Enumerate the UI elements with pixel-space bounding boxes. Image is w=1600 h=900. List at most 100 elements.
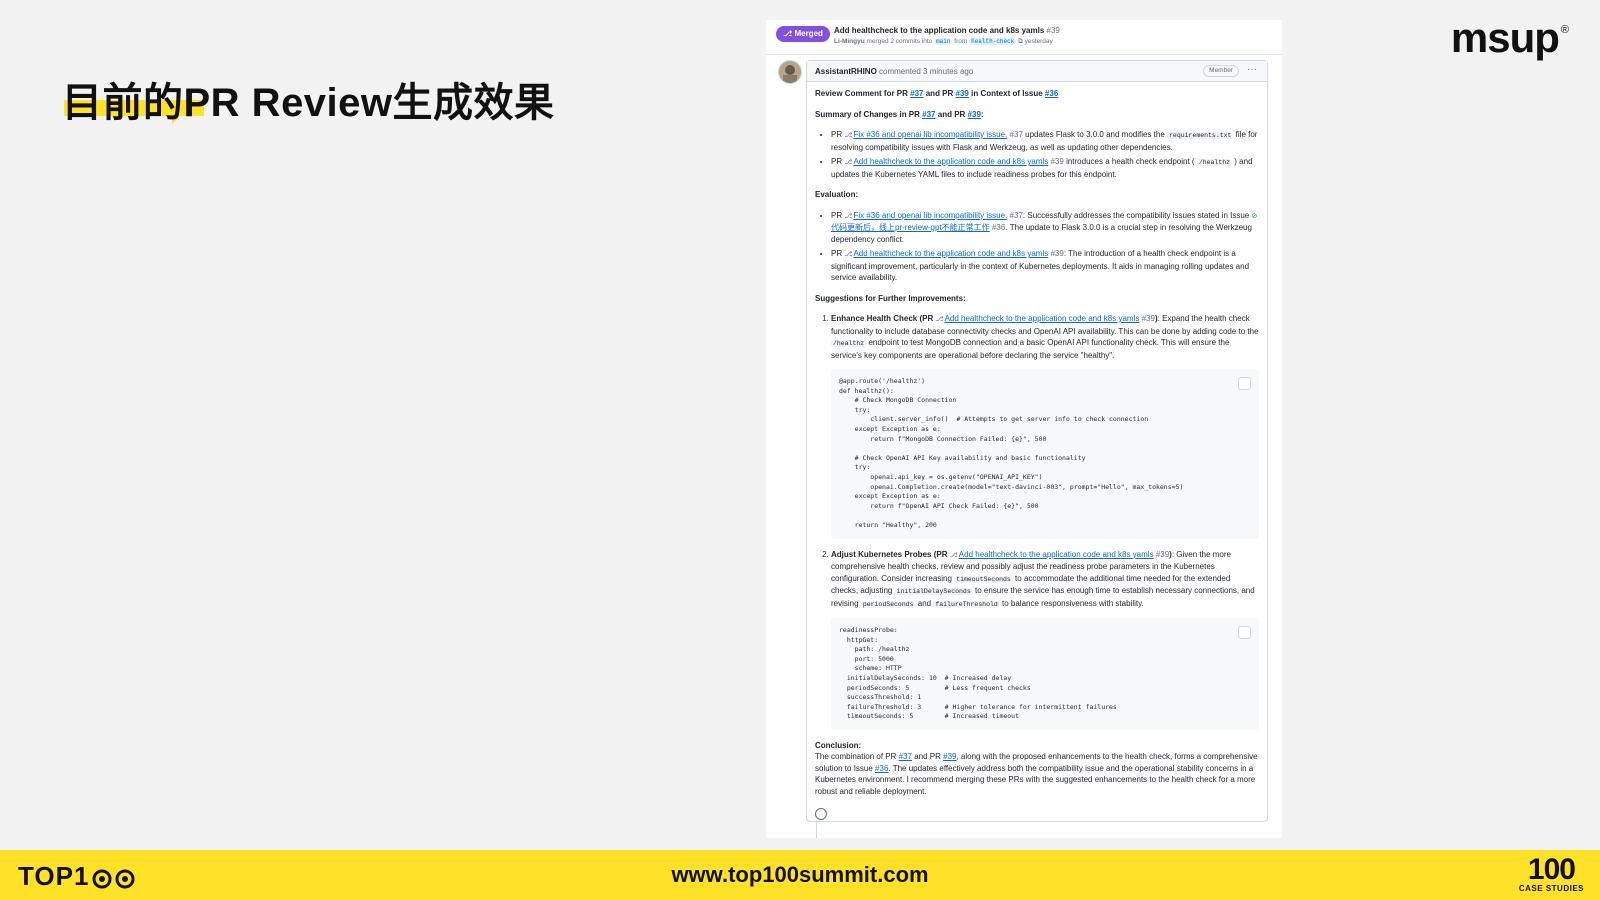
footer-url: www.top100summit.com [671,862,929,887]
copy-icon[interactable] [1238,626,1251,639]
pr-link[interactable]: Add healthcheck to the application code … [959,550,1154,559]
comment-time: commented 3 minutes ago [879,67,974,76]
item-text: introduces a health check endpoint ( [1066,157,1195,166]
link-pr-39[interactable]: #39 [943,752,956,761]
merge-icon: ⎇ [783,29,795,38]
inline-code: requirements.txt [1167,132,1234,139]
pr-link[interactable]: Add healthcheck to the application code … [853,157,1048,166]
inline-code: /healthz [1196,159,1233,166]
conclusion-label: Conclusion: [815,740,862,750]
copy-icon[interactable]: ⧉ [1018,38,1023,45]
slide-title-block: 目前的PR Review生成效果 [62,70,555,128]
avatar[interactable] [778,60,802,84]
suggestions-heading: Suggestions for Further Improvements: [815,293,1259,305]
pr-link[interactable]: Add healthcheck to the application code … [853,249,1048,258]
pr-from-text: from [954,38,968,45]
merged-label: Merged [794,29,823,38]
pr-label: PR [831,130,843,139]
heading-ctx: in Context of Issue [971,89,1043,98]
merged-badge: ⎇ Merged [776,26,830,42]
code-block-python: @app.route('/healthz') def healthz(): # … [831,369,1259,539]
pr-link[interactable]: Fix #36 and openai lib incompatibility i… [853,211,1007,220]
inline-code: periodSeconds [860,600,916,608]
suggestions-list: Enhance Health Check (PR ⎇Add healthchec… [815,313,1259,730]
link-pr-39[interactable]: #39 [968,110,981,119]
pr-num: #37 [1009,130,1023,139]
heading-and: and PR [925,89,954,98]
comment-author[interactable]: AssistantRHINO [815,67,877,76]
kebab-menu-icon[interactable]: ··· [1247,64,1257,76]
list-item: PR ⎇Add healthcheck to the application c… [831,248,1259,284]
item-text: : Successfully addresses the compatibili… [1022,210,1250,220]
msup-logo-text: msup [1450,14,1560,61]
inline-code: /healthz [831,340,867,347]
comment-author-line: AssistantRHINO commented 3 minutes ago [815,66,973,78]
evaluation-list: PR ⎇Fix #36 and openai lib incompatibili… [815,210,1259,284]
suggestion-title: Enhance Health Check (PR [831,314,934,323]
member-badge: Member [1203,65,1239,77]
conclusion-heading: Conclusion: [815,740,1259,752]
add-reaction-icon[interactable] [815,808,827,821]
review-comment: AssistantRHINO commented 3 minutes ago M… [806,60,1268,822]
comment-body: Review Comment for PR #37 and PR #39 in … [807,82,1267,824]
summary-and: and PR [937,109,966,119]
copy-icon[interactable] [1238,377,1251,390]
comment-header: AssistantRHINO commented 3 minutes ago M… [807,61,1267,82]
pr-label: PR [831,249,843,258]
suggestion-title: Adjust Kubernetes Probes (PR [831,549,948,559]
inline-code: initialDelaySeconds [894,588,973,595]
pull-request-icon: ⎇ [949,551,958,559]
link-issue-36[interactable]: #36 [1045,89,1058,98]
pr-num: #39 [1141,314,1155,323]
evaluation-heading: Evaluation: [815,189,1259,201]
pull-request-icon: ⎇ [844,212,853,220]
link-pr-39[interactable]: #39 [956,89,969,98]
footer-bar: TOP1 www.top100summit.com 100 CASE STUDI… [0,850,1600,900]
suggestions-label: Suggestions for Further Improvements: [815,293,966,303]
link-pr-37[interactable]: #37 [910,89,923,98]
code-block-yaml: readinessProbe: httpGet: path: /healthz … [831,618,1259,730]
pr-label: PR [831,210,843,220]
registered-mark: ® [1560,24,1569,36]
pr-author[interactable]: Li-Mingyu [834,38,865,45]
pr-time: yesterday [1024,38,1053,45]
base-branch[interactable]: main [934,38,953,45]
changes-list: PR ⎇Fix #36 and openai lib incompatibili… [815,129,1259,180]
case-studies-text: CASE STUDIES [1518,884,1584,893]
head-branch[interactable]: health-check [969,38,1017,45]
list-item: Enhance Health Check (PR ⎇Add healthchec… [831,313,1259,539]
msup-logo: msup ® [1450,14,1569,62]
summary-prefix: Summary of Changes in PR [815,109,920,119]
link-pr-37[interactable]: #37 [922,110,935,119]
summary-colon: : [980,109,984,119]
conclusion-part: The combination of PR [815,752,897,762]
pr-screenshot: ⎇ Merged Add healthcheck to the applicat… [766,20,1282,838]
conclusion-text: The combination of PR #37 and PR #39, al… [815,751,1259,797]
pr-title[interactable]: Add healthcheck to the application code … [834,25,1060,37]
pr-link[interactable]: Add healthcheck to the application code … [945,314,1140,323]
link-issue-36[interactable]: #36 [875,764,888,773]
evaluation-label: Evaluation: [815,190,859,199]
review-heading: Review Comment for PR #37 and PR #39 in … [815,88,1259,100]
pr-num: #39 [1050,157,1064,166]
pr-num: #39 [1050,249,1064,258]
list-item: PR ⎇Add healthcheck to the application c… [831,156,1259,180]
pr-num: #37 [1009,210,1023,220]
pr-label: PR [831,157,843,166]
list-item: PR ⎇Fix #36 and openai lib incompatibili… [831,129,1259,153]
link-pr-37[interactable]: #37 [899,752,912,761]
pr-num: #39 [1155,549,1170,559]
inline-code: timeoutSeconds [954,575,1013,583]
item-text: to balance responsiveness with stability… [1002,598,1144,608]
conclusion-part: and PR [914,752,941,762]
issue-link[interactable]: 代码更新后，线上pr-review-gpt不能正常工作 [831,223,990,232]
inline-code: failureThreshold [933,600,1000,608]
issue-num: #36 [991,223,1006,232]
pull-request-icon: ⎇ [844,251,853,258]
list-item: PR ⎇Fix #36 and openai lib incompatibili… [831,210,1259,246]
pr-link[interactable]: Fix #36 and openai lib incompatibility i… [853,130,1007,139]
slide-title: 目前的PR Review生成效果 [62,81,555,125]
issue-closed-icon: ⊘ [1251,212,1258,220]
pr-title-text: Add healthcheck to the application code … [834,26,1045,35]
case-studies-logo: 100 CASE STUDIES [1518,855,1584,894]
